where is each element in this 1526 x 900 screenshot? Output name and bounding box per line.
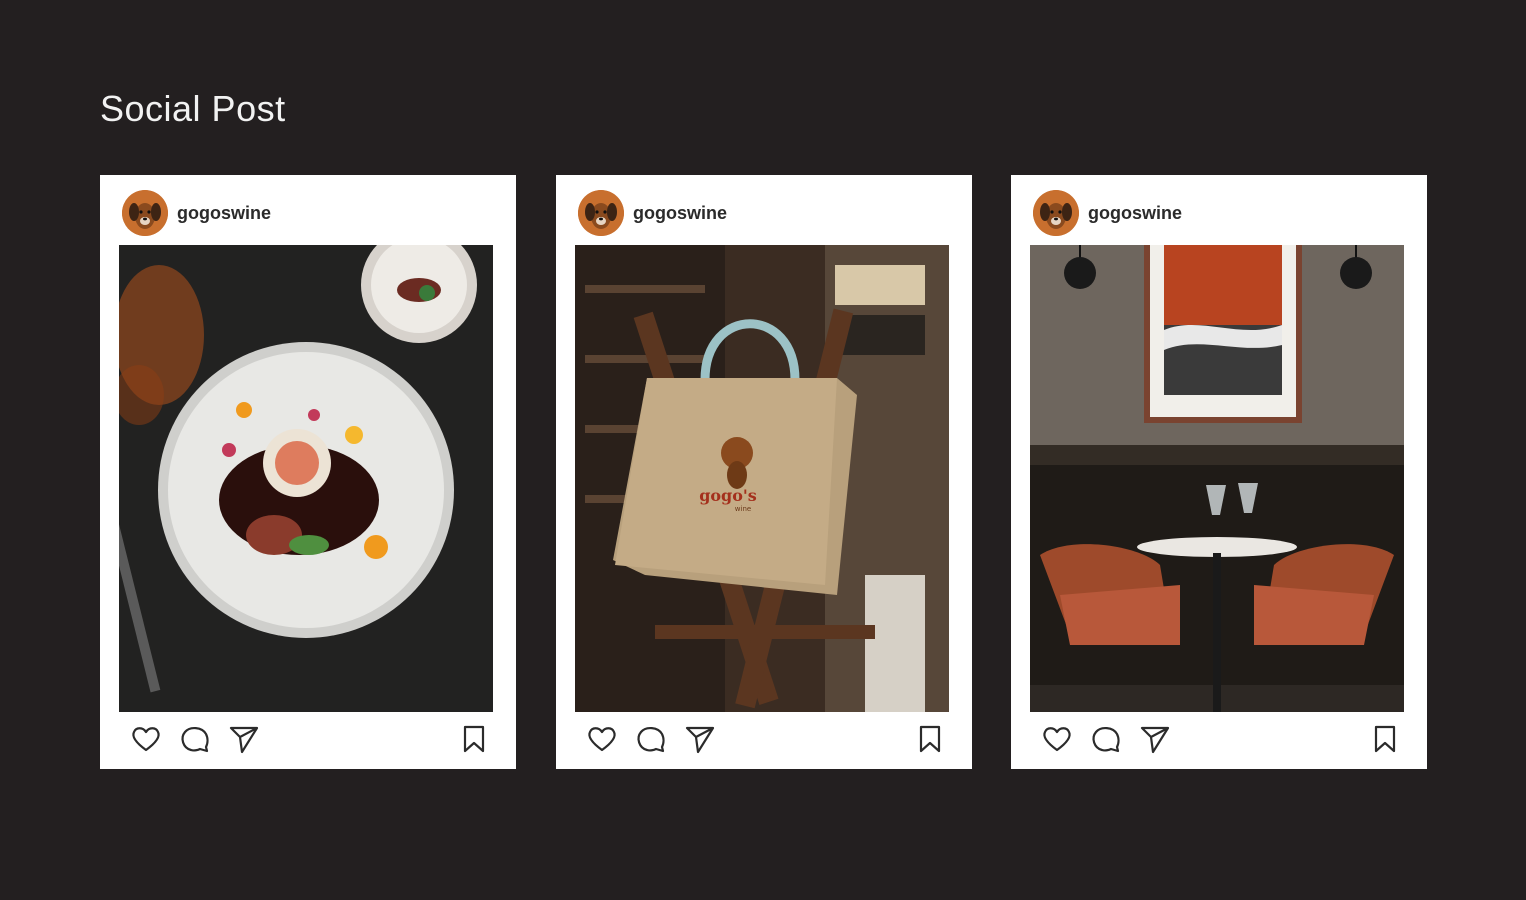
post-header: gogoswine: [1033, 190, 1182, 236]
bookmark-icon[interactable]: [1368, 722, 1402, 756]
tote-bag-photo: gogo's wine: [575, 245, 949, 712]
section-title: Social Post: [100, 88, 286, 129]
post-actions: [100, 720, 516, 760]
comment-icon[interactable]: [634, 722, 668, 756]
social-post-card-3: gogoswine: [1011, 175, 1427, 769]
post-image[interactable]: gogo's wine: [575, 245, 949, 712]
bookmark-icon[interactable]: [913, 722, 947, 756]
post-actions: [1011, 720, 1427, 760]
avatar[interactable]: [1033, 190, 1079, 236]
post-image[interactable]: [1030, 245, 1404, 712]
send-icon[interactable]: [683, 722, 717, 756]
comment-icon[interactable]: [1089, 722, 1123, 756]
bookmark-icon[interactable]: [457, 722, 491, 756]
avatar[interactable]: [122, 190, 168, 236]
username[interactable]: gogoswine: [177, 203, 271, 224]
heart-icon[interactable]: [585, 722, 619, 756]
comment-icon[interactable]: [178, 722, 212, 756]
username[interactable]: gogoswine: [633, 203, 727, 224]
post-header: gogoswine: [578, 190, 727, 236]
heart-icon[interactable]: [129, 722, 163, 756]
post-image[interactable]: [119, 245, 493, 712]
send-icon[interactable]: [227, 722, 261, 756]
social-post-card-2: gogoswine gogo's wine: [556, 175, 972, 769]
bag-logo-sub: wine: [735, 505, 751, 513]
post-actions: [556, 720, 972, 760]
social-post-card-1: gogoswine: [100, 175, 516, 769]
heart-icon[interactable]: [1040, 722, 1074, 756]
send-icon[interactable]: [1138, 722, 1172, 756]
plated-dish-photo: [119, 245, 493, 712]
bag-logo: gogo's: [699, 486, 757, 505]
restaurant-interior-photo: [1030, 245, 1404, 712]
avatar[interactable]: [578, 190, 624, 236]
post-header: gogoswine: [122, 190, 271, 236]
username[interactable]: gogoswine: [1088, 203, 1182, 224]
